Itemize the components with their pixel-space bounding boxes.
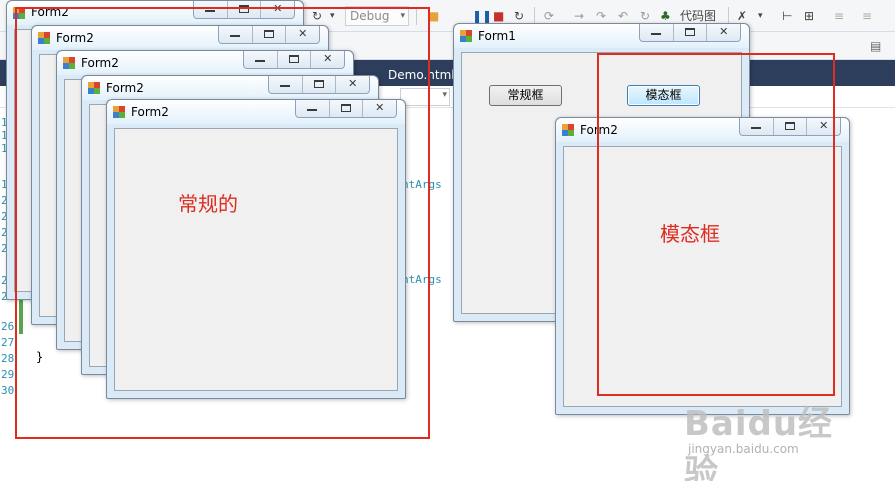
comment-icon[interactable]: ≡ bbox=[834, 6, 844, 26]
close-icon: ✕ bbox=[719, 25, 729, 38]
maximize-icon bbox=[684, 28, 695, 36]
caption-buttons: ✕ bbox=[639, 24, 741, 42]
line-number: 27 bbox=[1, 336, 15, 349]
watermark-logo-text: Baidu经验 bbox=[684, 404, 834, 481]
uncomment-icon[interactable]: ≡ bbox=[862, 6, 872, 26]
minimize-button[interactable] bbox=[640, 24, 674, 41]
align-icon[interactable]: ⊢ bbox=[782, 6, 792, 26]
regular-form-button[interactable]: 常规框 bbox=[489, 85, 562, 106]
overflow-dropdown-icon[interactable]: ▾ bbox=[758, 6, 763, 26]
regular-forms-highlight-box bbox=[15, 7, 430, 439]
line-number: 29 bbox=[1, 368, 15, 381]
minimize-icon bbox=[651, 33, 661, 35]
tool-icon[interactable]: ▤ bbox=[870, 36, 881, 56]
line-number: 26 bbox=[1, 320, 15, 333]
maximize-button[interactable] bbox=[674, 24, 708, 41]
chevron-down-icon: ▾ bbox=[442, 90, 447, 100]
watermark-url: jingyan.baidu.com bbox=[688, 442, 799, 456]
close-button[interactable]: ✕ bbox=[707, 24, 740, 41]
modal-form-annotation: 模态框 bbox=[660, 222, 720, 246]
window-title: Form1 bbox=[478, 29, 516, 43]
line-number: 28 bbox=[1, 352, 15, 365]
regular-forms-annotation: 常规的 bbox=[178, 192, 238, 216]
line-number: 30 bbox=[1, 384, 15, 397]
app-icon bbox=[562, 124, 574, 136]
baidu-watermark: Baidu经验 jingyan.baidu.com bbox=[684, 384, 854, 481]
distribute-icon[interactable]: ⊞ bbox=[804, 6, 814, 26]
app-icon bbox=[460, 30, 472, 42]
